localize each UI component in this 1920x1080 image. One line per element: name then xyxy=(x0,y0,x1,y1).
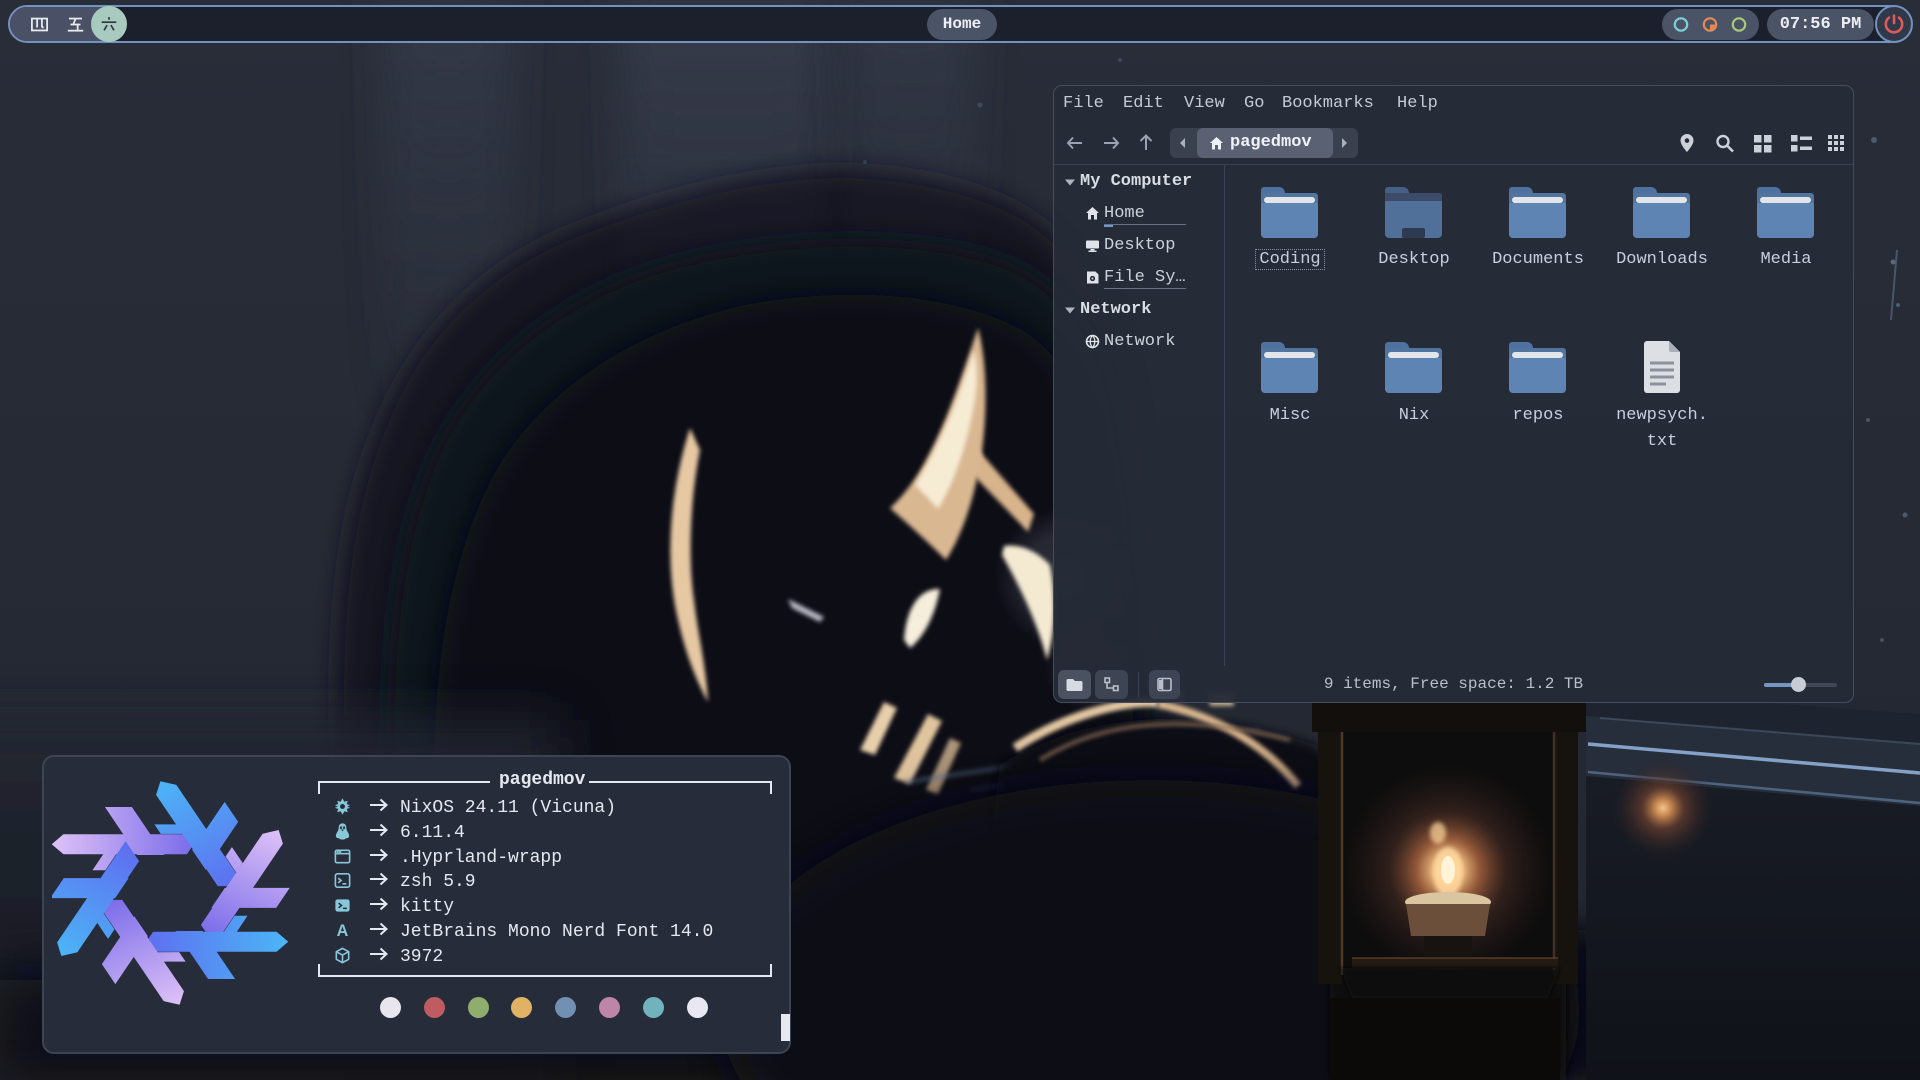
svg-text:A: A xyxy=(337,922,349,940)
